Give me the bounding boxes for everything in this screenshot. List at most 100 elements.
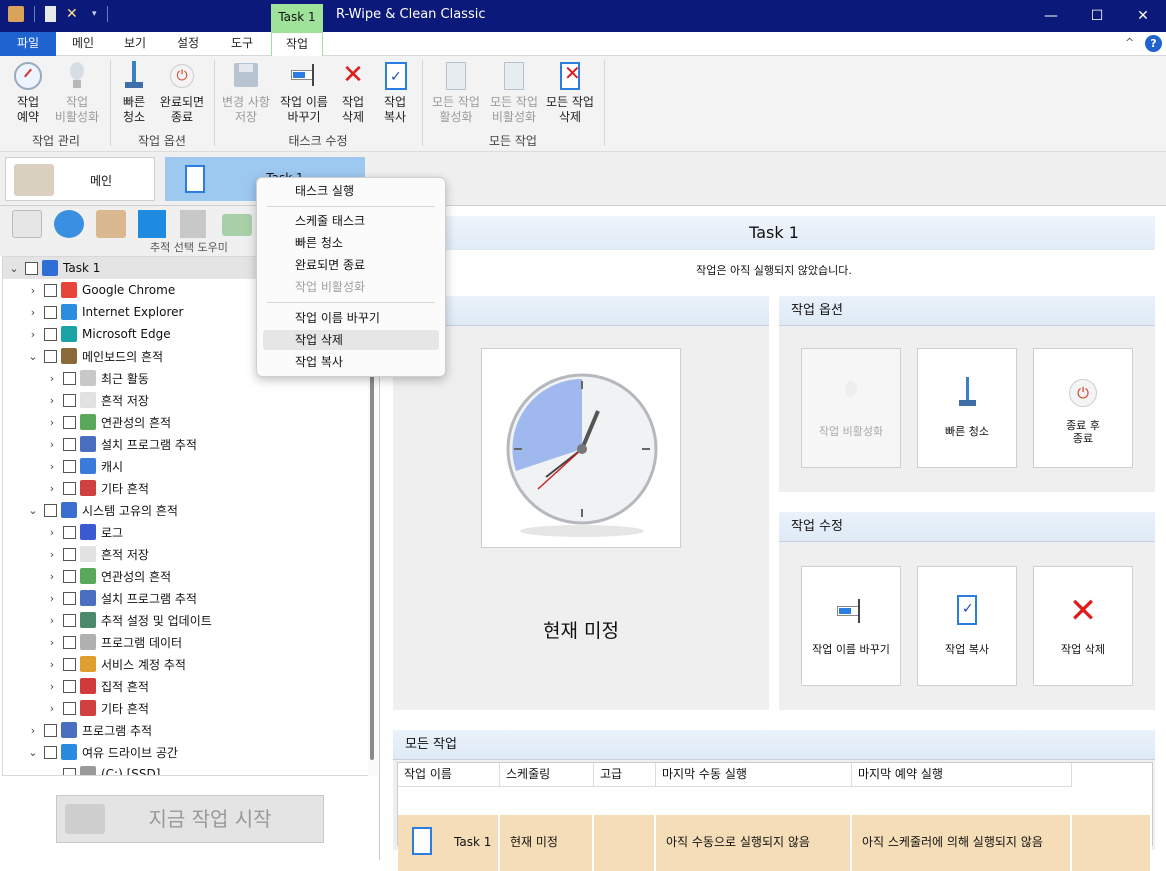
enable-all-tasks-button[interactable]: 모든 작업 활성화 xyxy=(428,60,484,125)
copy-task-card[interactable]: ✓ 작업 복사 xyxy=(917,566,1017,686)
tree-item[interactable]: › 로그 xyxy=(3,521,368,543)
chevron-right-icon[interactable]: › xyxy=(45,592,59,605)
tree-item[interactable]: › 기타 흔적 xyxy=(3,697,368,719)
chevron-right-icon[interactable]: › xyxy=(45,372,59,385)
tab-task[interactable]: 작업 xyxy=(271,32,323,57)
tree-item[interactable]: › 흔적 저장 xyxy=(3,543,368,565)
menu-disable-task[interactable]: 작업 비활성화 xyxy=(263,277,439,297)
tab-file[interactable]: 파일 xyxy=(0,32,56,56)
disable-task-button[interactable]: 작업 비활성화 xyxy=(50,60,104,125)
document-icon[interactable] xyxy=(45,6,56,22)
tree-item[interactable]: › 연관성의 흔적 xyxy=(3,565,368,587)
tree-checkbox[interactable] xyxy=(44,305,57,319)
chevron-right-icon[interactable]: › xyxy=(45,482,59,495)
tree-checkbox[interactable] xyxy=(63,701,76,715)
menu-schedule-task[interactable]: 스케줄 태스크 xyxy=(263,211,439,231)
tree-checkbox[interactable] xyxy=(63,569,76,583)
tree-item[interactable]: › 프로그램 추적 xyxy=(3,719,368,741)
tab-settings[interactable]: 설정 xyxy=(165,32,211,56)
tree-checkbox[interactable] xyxy=(63,635,76,649)
tree-checkbox[interactable] xyxy=(63,547,76,561)
chevron-right-icon[interactable]: › xyxy=(45,548,59,561)
shutdown-when-done-button[interactable]: ⏻ 완료되면 종료 xyxy=(156,60,208,125)
search-icon[interactable] xyxy=(12,210,42,238)
customize-qat-icon[interactable]: ▾ xyxy=(92,9,97,19)
menu-run-task[interactable]: 태스크 실행 xyxy=(263,181,439,201)
user-icon[interactable] xyxy=(96,210,126,238)
chevron-right-icon[interactable]: › xyxy=(45,636,59,649)
rename-task-card[interactable]: 작업 이름 바꾸기 xyxy=(801,566,901,686)
tree-checkbox[interactable] xyxy=(44,349,57,363)
maximize-button[interactable]: ☐ xyxy=(1074,0,1120,32)
schedule-task-button[interactable]: 작업 예약 xyxy=(6,60,50,125)
tree-checkbox[interactable] xyxy=(63,525,76,539)
tree-checkbox[interactable] xyxy=(63,613,76,627)
chevron-right-icon[interactable]: › xyxy=(45,460,59,473)
computer-icon[interactable] xyxy=(180,210,206,238)
delete-task-card[interactable]: ✕ 작업 삭제 xyxy=(1033,566,1133,686)
col-advanced[interactable]: 고급 xyxy=(594,763,656,787)
chevron-down-icon[interactable]: ⌄ xyxy=(26,746,40,759)
delete-task-button[interactable]: ✕ 작업 삭제 xyxy=(334,60,372,125)
tree-item[interactable]: › 흔적 저장 xyxy=(3,389,368,411)
tree-item[interactable]: › 프로그램 데이터 xyxy=(3,631,368,653)
menu-delete-task[interactable]: 작업 삭제 xyxy=(263,330,439,350)
save-changes-button[interactable]: 변경 사항 저장 xyxy=(218,60,274,125)
tree-checkbox[interactable] xyxy=(63,481,76,495)
help-icon[interactable]: ? xyxy=(1145,35,1162,52)
quick-clean-card[interactable]: 빠른 청소 xyxy=(917,348,1017,468)
tree-checkbox[interactable] xyxy=(63,459,76,473)
chevron-right-icon[interactable]: › xyxy=(45,680,59,693)
tree-checkbox[interactable] xyxy=(44,503,57,517)
tree-checkbox[interactable] xyxy=(63,679,76,693)
chevron-right-icon[interactable]: › xyxy=(45,416,59,429)
tree-checkbox[interactable] xyxy=(25,261,38,275)
col-last-manual-run[interactable]: 마지막 수동 실행 xyxy=(656,763,852,787)
col-scheduling[interactable]: 스케줄링 xyxy=(500,763,594,787)
menu-shutdown-when-done[interactable]: 완료되면 종료 xyxy=(263,255,439,275)
col-task-name[interactable]: 작업 이름 xyxy=(398,763,500,787)
schedule-clock-button[interactable] xyxy=(481,348,681,548)
chevron-right-icon[interactable]: › xyxy=(26,328,40,341)
chevron-right-icon[interactable]: › xyxy=(26,724,40,737)
refresh-drive-icon[interactable] xyxy=(222,214,252,236)
browser-icon[interactable] xyxy=(54,210,84,238)
menu-quick-clean[interactable]: 빠른 청소 xyxy=(263,233,439,253)
disable-all-tasks-button[interactable]: 모든 작업 비활성화 xyxy=(486,60,542,125)
copy-task-button[interactable]: ✓ 작업 복사 xyxy=(376,60,414,125)
tree-item[interactable]: (C:) [SSD] xyxy=(3,763,368,775)
tree-item[interactable]: ⌄ 시스템 고유의 흔적 xyxy=(3,499,368,521)
tree-checkbox[interactable] xyxy=(63,657,76,671)
tree-item[interactable]: › 기타 흔적 xyxy=(3,477,368,499)
rename-task-button[interactable]: 작업 이름 바꾸기 xyxy=(276,60,332,125)
tree-checkbox[interactable] xyxy=(63,591,76,605)
tab-tools[interactable]: 도구 xyxy=(219,32,265,56)
tree-checkbox[interactable] xyxy=(44,327,57,341)
tools-icon[interactable]: ✕ xyxy=(66,6,82,22)
delete-all-tasks-button[interactable]: ✕ 모든 작업 삭제 xyxy=(542,60,598,125)
chevron-right-icon[interactable]: › xyxy=(45,438,59,451)
tree-item[interactable]: › 설치 프로그램 추적 xyxy=(3,433,368,455)
tree-item[interactable]: › 집적 흔적 xyxy=(3,675,368,697)
tree-item[interactable]: ⌄ 여유 드라이브 공간 xyxy=(3,741,368,763)
tree-item[interactable]: › 연관성의 흔적 xyxy=(3,411,368,433)
tree-checkbox[interactable] xyxy=(44,283,57,297)
chevron-down-icon[interactable]: ⌄ xyxy=(26,504,40,517)
tab-main[interactable]: 메인 xyxy=(60,32,106,56)
chevron-right-icon[interactable]: › xyxy=(45,658,59,671)
tree-checkbox[interactable] xyxy=(63,371,76,385)
chevron-right-icon[interactable]: › xyxy=(45,614,59,627)
chevron-right-icon[interactable]: › xyxy=(45,570,59,583)
minimize-button[interactable]: — xyxy=(1028,0,1074,32)
windows-icon[interactable] xyxy=(138,210,166,238)
chevron-down-icon[interactable]: ⌄ xyxy=(26,350,40,363)
quick-clean-button[interactable]: 빠른 청소 xyxy=(114,60,154,125)
tree-item[interactable]: › 서비스 계정 추적 xyxy=(3,653,368,675)
tree-checkbox[interactable] xyxy=(44,723,57,737)
chevron-right-icon[interactable]: › xyxy=(26,284,40,297)
chevron-right-icon[interactable]: › xyxy=(45,526,59,539)
tree-checkbox[interactable] xyxy=(63,437,76,451)
menu-rename-task[interactable]: 작업 이름 바꾸기 xyxy=(263,308,439,328)
table-row[interactable]: Task 1 현재 미정 아직 수동으로 실행되지 않음 아직 스케줄러에 의해… xyxy=(398,789,1152,871)
close-button[interactable]: ✕ xyxy=(1120,0,1166,32)
